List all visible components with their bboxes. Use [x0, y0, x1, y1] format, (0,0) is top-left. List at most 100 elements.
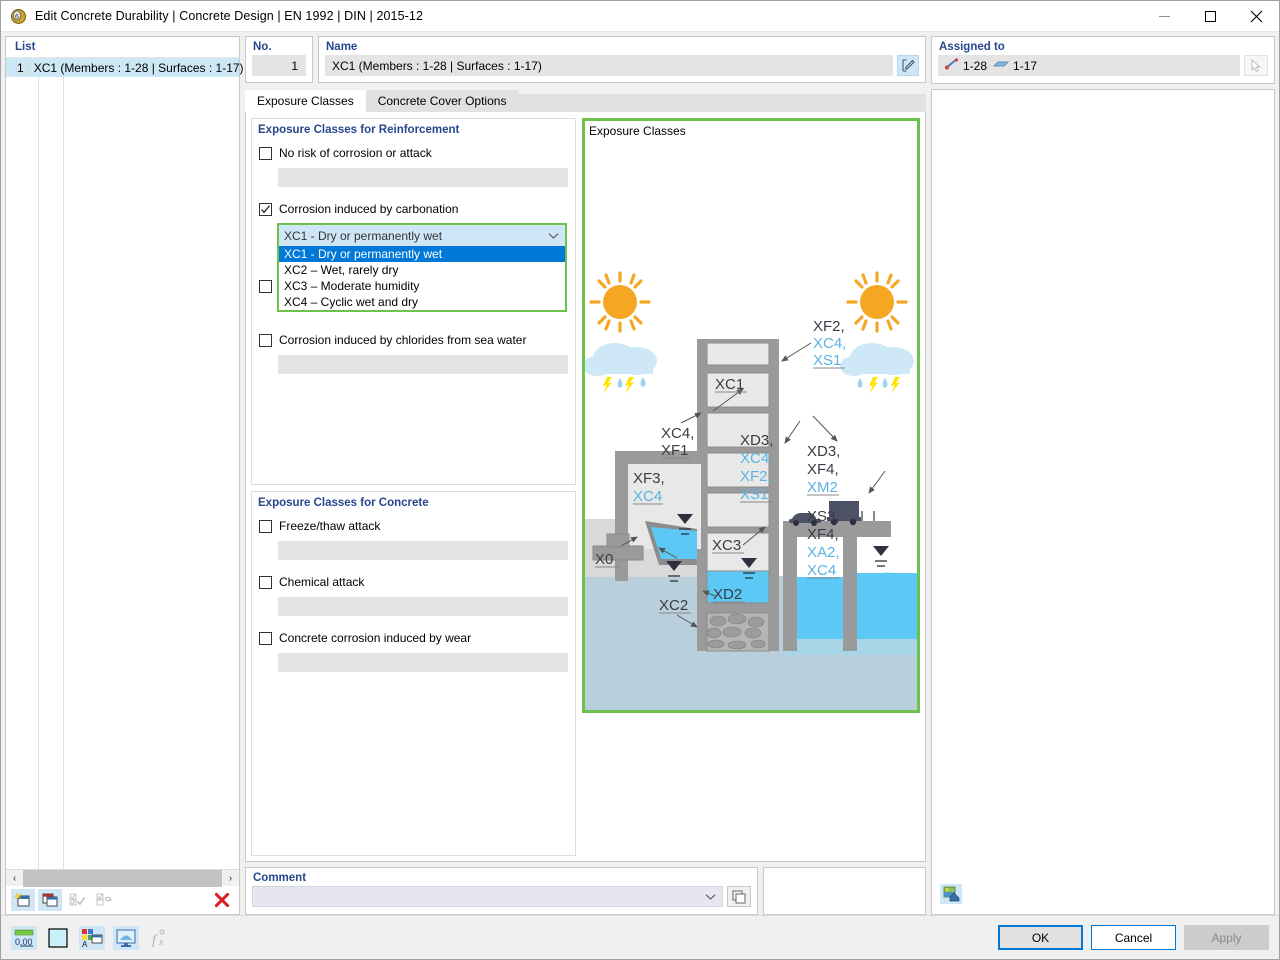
- chevron-down-icon[interactable]: [705, 890, 716, 904]
- edit-concrete-durability-dialog: 6 Edit Concrete Durability | Concrete De…: [0, 0, 1280, 960]
- scroll-left-arrow-icon[interactable]: ‹: [6, 869, 23, 887]
- list-grid-lines: [6, 77, 239, 869]
- title-bar: 6 Edit Concrete Durability | Concrete De…: [1, 1, 1279, 32]
- scroll-right-arrow-icon[interactable]: ›: [222, 869, 239, 887]
- checkbox-label-sea-water: Corrosion induced by chlorides from sea …: [279, 333, 527, 347]
- preview-title: Exposure Classes: [589, 124, 686, 138]
- reinforcement-group: Exposure Classes for Reinforcement No ri…: [251, 118, 576, 485]
- formula-button: f x: [147, 926, 173, 950]
- invert-selection-button: [92, 889, 116, 911]
- wear-value-field[interactable]: [278, 653, 568, 672]
- render-style-button[interactable]: A: [79, 925, 105, 950]
- preview-side-panel: [931, 89, 1275, 915]
- list-item[interactable]: 1 XC1 (Members : 1-28 | Surfaces : 1-17): [6, 58, 244, 77]
- checkbox-row-chemical-attack[interactable]: Chemical attack: [252, 572, 575, 592]
- checkbox-row-carbonation[interactable]: Corrosion induced by carbonation: [252, 199, 575, 219]
- diagram-label-xc2: XC2: [659, 597, 688, 614]
- sea-water-value-field[interactable]: [278, 355, 568, 374]
- assigned-surfaces-value: 1-17: [1013, 58, 1038, 73]
- diagram-label-xc1: XC1: [715, 376, 744, 393]
- comment-input[interactable]: [252, 886, 723, 907]
- member-line-icon: [945, 58, 959, 73]
- chevron-down-icon[interactable]: [548, 229, 559, 243]
- checkbox-carbonation[interactable]: [259, 202, 272, 216]
- sun-left-icon: [589, 271, 651, 333]
- name-edit-button[interactable]: [897, 55, 919, 76]
- copy-item-button[interactable]: [38, 889, 62, 911]
- checkbox-label-carbonation: Corrosion induced by carbonation: [279, 202, 459, 216]
- assigned-to-value[interactable]: 1-28 1-17: [938, 55, 1240, 76]
- diagram-label-xd3-b: XD3,: [807, 443, 840, 460]
- chemical-attack-value-field[interactable]: [278, 597, 568, 616]
- assigned-surfaces-chip: 1-17: [993, 59, 1037, 73]
- number-field-value[interactable]: 1: [252, 55, 306, 76]
- freeze-thaw-value-field[interactable]: [278, 541, 568, 560]
- reinforcement-group-label: Exposure Classes for Reinforcement: [258, 124, 460, 136]
- name-field-label: Name: [326, 41, 358, 53]
- display-properties-button[interactable]: [113, 925, 139, 950]
- diagram-label-xd2: XD2: [713, 586, 742, 603]
- comment-copy-button[interactable]: [727, 886, 751, 907]
- checkbox-row-freeze-thaw[interactable]: Freeze/thaw attack: [252, 516, 575, 536]
- comment-row: Comment: [245, 867, 926, 915]
- checkbox-row-no-risk[interactable]: No risk of corrosion or attack: [252, 143, 575, 163]
- diagram-label-xf3: XF3,: [633, 470, 665, 487]
- cancel-button[interactable]: Cancel: [1091, 925, 1176, 950]
- tab-concrete-cover-options[interactable]: Concrete Cover Options: [365, 90, 519, 112]
- no-risk-value-field[interactable]: [278, 168, 568, 187]
- list-header: List: [6, 37, 239, 58]
- diagram-label-xf2: XF2,: [813, 318, 845, 335]
- delete-item-button[interactable]: [210, 889, 234, 911]
- list-rows: 1 XC1 (Members : 1-28 | Surfaces : 1-17): [6, 58, 244, 869]
- checkbox-chemical-attack[interactable]: [259, 575, 272, 589]
- assigned-pick-button[interactable]: [1244, 55, 1268, 76]
- maximize-button[interactable]: [1187, 1, 1233, 32]
- assigned-members-chip: 1-28: [945, 58, 987, 73]
- toolbar-spacer: [119, 889, 207, 911]
- checkbox-freeze-thaw[interactable]: [259, 519, 272, 533]
- scrollbar-track[interactable]: [23, 869, 222, 887]
- list-item-number: 1: [16, 60, 28, 75]
- checkbox-no-risk[interactable]: [259, 146, 272, 160]
- combo-option-xc1[interactable]: XC1 - Dry or permanently wet: [279, 246, 565, 262]
- checkbox-row-chlorides-other[interactable]: [252, 276, 575, 296]
- list-horizontal-scrollbar[interactable]: ‹ ›: [6, 869, 239, 887]
- image-export-button[interactable]: [940, 884, 962, 904]
- diagram-label-xs1-deck: XS1: [740, 486, 768, 503]
- rain-cloud-left-icon: [585, 343, 657, 394]
- left-column: List 1 XC1 (Members : 1-28 | Surfaces : …: [5, 36, 244, 915]
- app-icon: 6: [10, 8, 27, 25]
- close-button[interactable]: [1233, 1, 1279, 32]
- sun-right-icon: [846, 271, 908, 333]
- checkbox-label-wear: Concrete corrosion induced by wear: [279, 631, 472, 645]
- color-swatch-button[interactable]: [45, 926, 71, 950]
- diagram-label-xd3-a: XD3,: [740, 432, 773, 449]
- diagram-label-xs3: XS3,: [807, 508, 840, 525]
- comment-inner: [252, 886, 751, 907]
- checkbox-chlorides-other[interactable]: [259, 279, 272, 293]
- scrollbar-thumb[interactable]: [23, 869, 222, 887]
- checkbox-sea-water[interactable]: [259, 333, 272, 347]
- svg-text:6: 6: [15, 14, 19, 21]
- tab-exposure-classes[interactable]: Exposure Classes: [245, 90, 366, 112]
- carbonation-combo-selected[interactable]: XC1 - Dry or permanently wet: [279, 225, 565, 246]
- checkbox-wear[interactable]: [259, 631, 272, 645]
- name-input[interactable]: XC1 (Members : 1-28 | Surfaces : 1-17): [325, 55, 893, 76]
- numeric-precision-button[interactable]: 0.00: [11, 925, 37, 950]
- new-item-button[interactable]: [11, 889, 35, 911]
- ok-button[interactable]: OK: [998, 925, 1083, 950]
- svg-text:A: A: [82, 940, 88, 948]
- minimize-button[interactable]: [1141, 1, 1187, 32]
- diagram-label-xf2-deck: XF2,: [740, 468, 772, 485]
- right-column: Assigned to 1-28 1-17: [931, 36, 1275, 915]
- diagram-label-xc3: XC3: [712, 537, 741, 554]
- diagram-label-xs1-top: XS1: [813, 352, 841, 369]
- checkbox-row-wear[interactable]: Concrete corrosion induced by wear: [252, 628, 575, 648]
- assigned-members-value: 1-28: [963, 58, 988, 73]
- comment-label: Comment: [253, 872, 307, 884]
- checkbox-row-sea-water[interactable]: Corrosion induced by chlorides from sea …: [252, 330, 575, 350]
- checkbox-label-freeze-thaw: Freeze/thaw attack: [279, 519, 381, 533]
- concrete-group: Exposure Classes for Concrete Freeze/tha…: [251, 491, 576, 856]
